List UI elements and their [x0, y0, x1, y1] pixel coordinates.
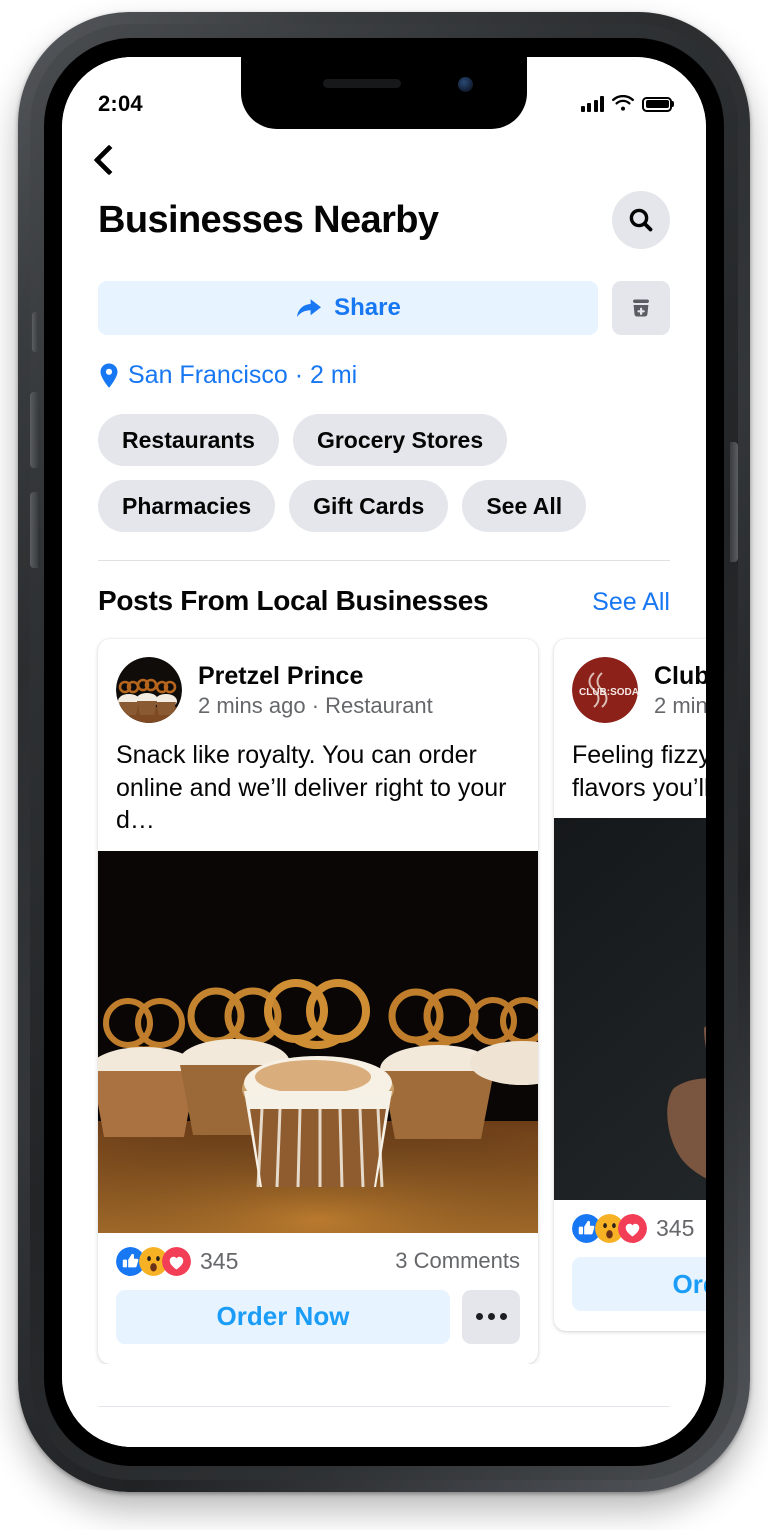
more-options-button[interactable] — [462, 1290, 520, 1344]
post-author-block: Club Soda 2 mins ago · Restaurant — [654, 662, 706, 719]
avatar[interactable] — [116, 657, 182, 723]
post-header: CLUB:SODA Club Soda 2 mins ago · Restaur… — [554, 639, 706, 723]
save-to-collection-icon — [626, 293, 656, 323]
love-icon — [162, 1247, 191, 1276]
location-row[interactable]: San Francisco · 2 mi — [62, 335, 706, 390]
post-actions: Order Now — [554, 1253, 706, 1331]
category-chips: Restaurants Grocery Stores Pharmacies Gi… — [62, 390, 706, 532]
wifi-icon — [611, 95, 635, 113]
search-button[interactable] — [612, 191, 670, 249]
post-meta: 2 mins ago · Restaurant — [198, 693, 433, 719]
post-reactions-row: 345 3 Comments — [98, 1233, 538, 1286]
section-see-all-link[interactable]: See All — [592, 588, 670, 617]
share-button[interactable]: Share — [98, 281, 598, 335]
post-meta: 2 mins ago · Restaurant — [654, 693, 706, 719]
phone-screen: 2:04 Businesses — [62, 57, 706, 1447]
save-button[interactable] — [612, 281, 670, 335]
post-text: Snack like royalty. You can order online… — [98, 723, 538, 851]
share-arrow-icon — [295, 295, 323, 321]
business-name: Pretzel Prince — [198, 662, 433, 691]
post-photo[interactable] — [98, 851, 538, 1233]
chip-restaurants[interactable]: Restaurants — [98, 414, 279, 466]
mute-switch[interactable] — [32, 312, 38, 352]
avatar[interactable]: CLUB:SODA — [572, 657, 638, 723]
post-author-block: Pretzel Prince 2 mins ago · Restaurant — [198, 662, 433, 719]
club-soda-avatar-image: CLUB:SODA — [572, 657, 638, 723]
more-options-icon — [476, 1313, 483, 1320]
action-row: Share — [62, 249, 706, 335]
comment-count[interactable]: 3 Comments — [395, 1248, 520, 1274]
section-header: Posts From Local Businesses See All — [62, 561, 706, 617]
posts-carousel[interactable]: Pretzel Prince 2 mins ago · Restaurant S… — [62, 617, 706, 1364]
post-card[interactable]: CLUB:SODA Club Soda 2 mins ago · Restaur… — [554, 639, 706, 1331]
location-text: San Francisco · 2 mi — [128, 361, 357, 390]
club-soda-logo-text: CLUB:SODA — [579, 687, 638, 698]
chip-pharmacies[interactable]: Pharmacies — [98, 480, 275, 532]
section-title: Posts From Local Businesses — [98, 585, 488, 617]
post-photo[interactable] — [554, 818, 706, 1200]
app-content: Businesses Nearby Share — [62, 57, 706, 1447]
status-bar: 2:04 — [62, 57, 706, 129]
order-now-button[interactable]: Order Now — [116, 1290, 450, 1344]
reactions-group[interactable]: 345 — [572, 1214, 694, 1243]
search-icon — [626, 205, 656, 235]
status-icons — [581, 95, 673, 113]
business-name: Club Soda — [654, 662, 706, 691]
chip-gift-cards[interactable]: Gift Cards — [289, 480, 448, 532]
order-now-button[interactable]: Order Now — [572, 1257, 706, 1311]
post-actions: Order Now — [98, 1286, 538, 1364]
back-button[interactable] — [62, 135, 706, 171]
love-icon — [618, 1214, 647, 1243]
chip-see-all[interactable]: See All — [462, 480, 586, 532]
pretzel-prince-avatar-image — [116, 657, 182, 723]
page-header: Businesses Nearby — [62, 171, 706, 249]
post-reactions-row: 345 3 Comments — [554, 1200, 706, 1253]
post-header: Pretzel Prince 2 mins ago · Restaurant — [98, 639, 538, 723]
reaction-count: 345 — [200, 1248, 238, 1275]
battery-full-icon — [642, 97, 672, 112]
post-card[interactable]: Pretzel Prince 2 mins ago · Restaurant S… — [98, 639, 538, 1364]
cellular-signal-icon — [581, 96, 605, 112]
reactions-group[interactable]: 345 — [116, 1247, 238, 1276]
chip-grocery-stores[interactable]: Grocery Stores — [293, 414, 507, 466]
bottom-divider — [98, 1406, 670, 1407]
power-button[interactable] — [730, 442, 738, 562]
volume-down-button[interactable] — [30, 492, 38, 568]
location-pin-icon — [98, 362, 120, 390]
post-text: Feeling fizzy? Come try our fun flavors … — [554, 723, 706, 818]
volume-up-button[interactable] — [30, 392, 38, 468]
share-label: Share — [334, 294, 401, 322]
phone-frame: 2:04 Businesses — [18, 12, 750, 1492]
status-time: 2:04 — [98, 91, 143, 117]
page-title: Businesses Nearby — [98, 199, 438, 242]
reaction-count: 345 — [656, 1215, 694, 1242]
